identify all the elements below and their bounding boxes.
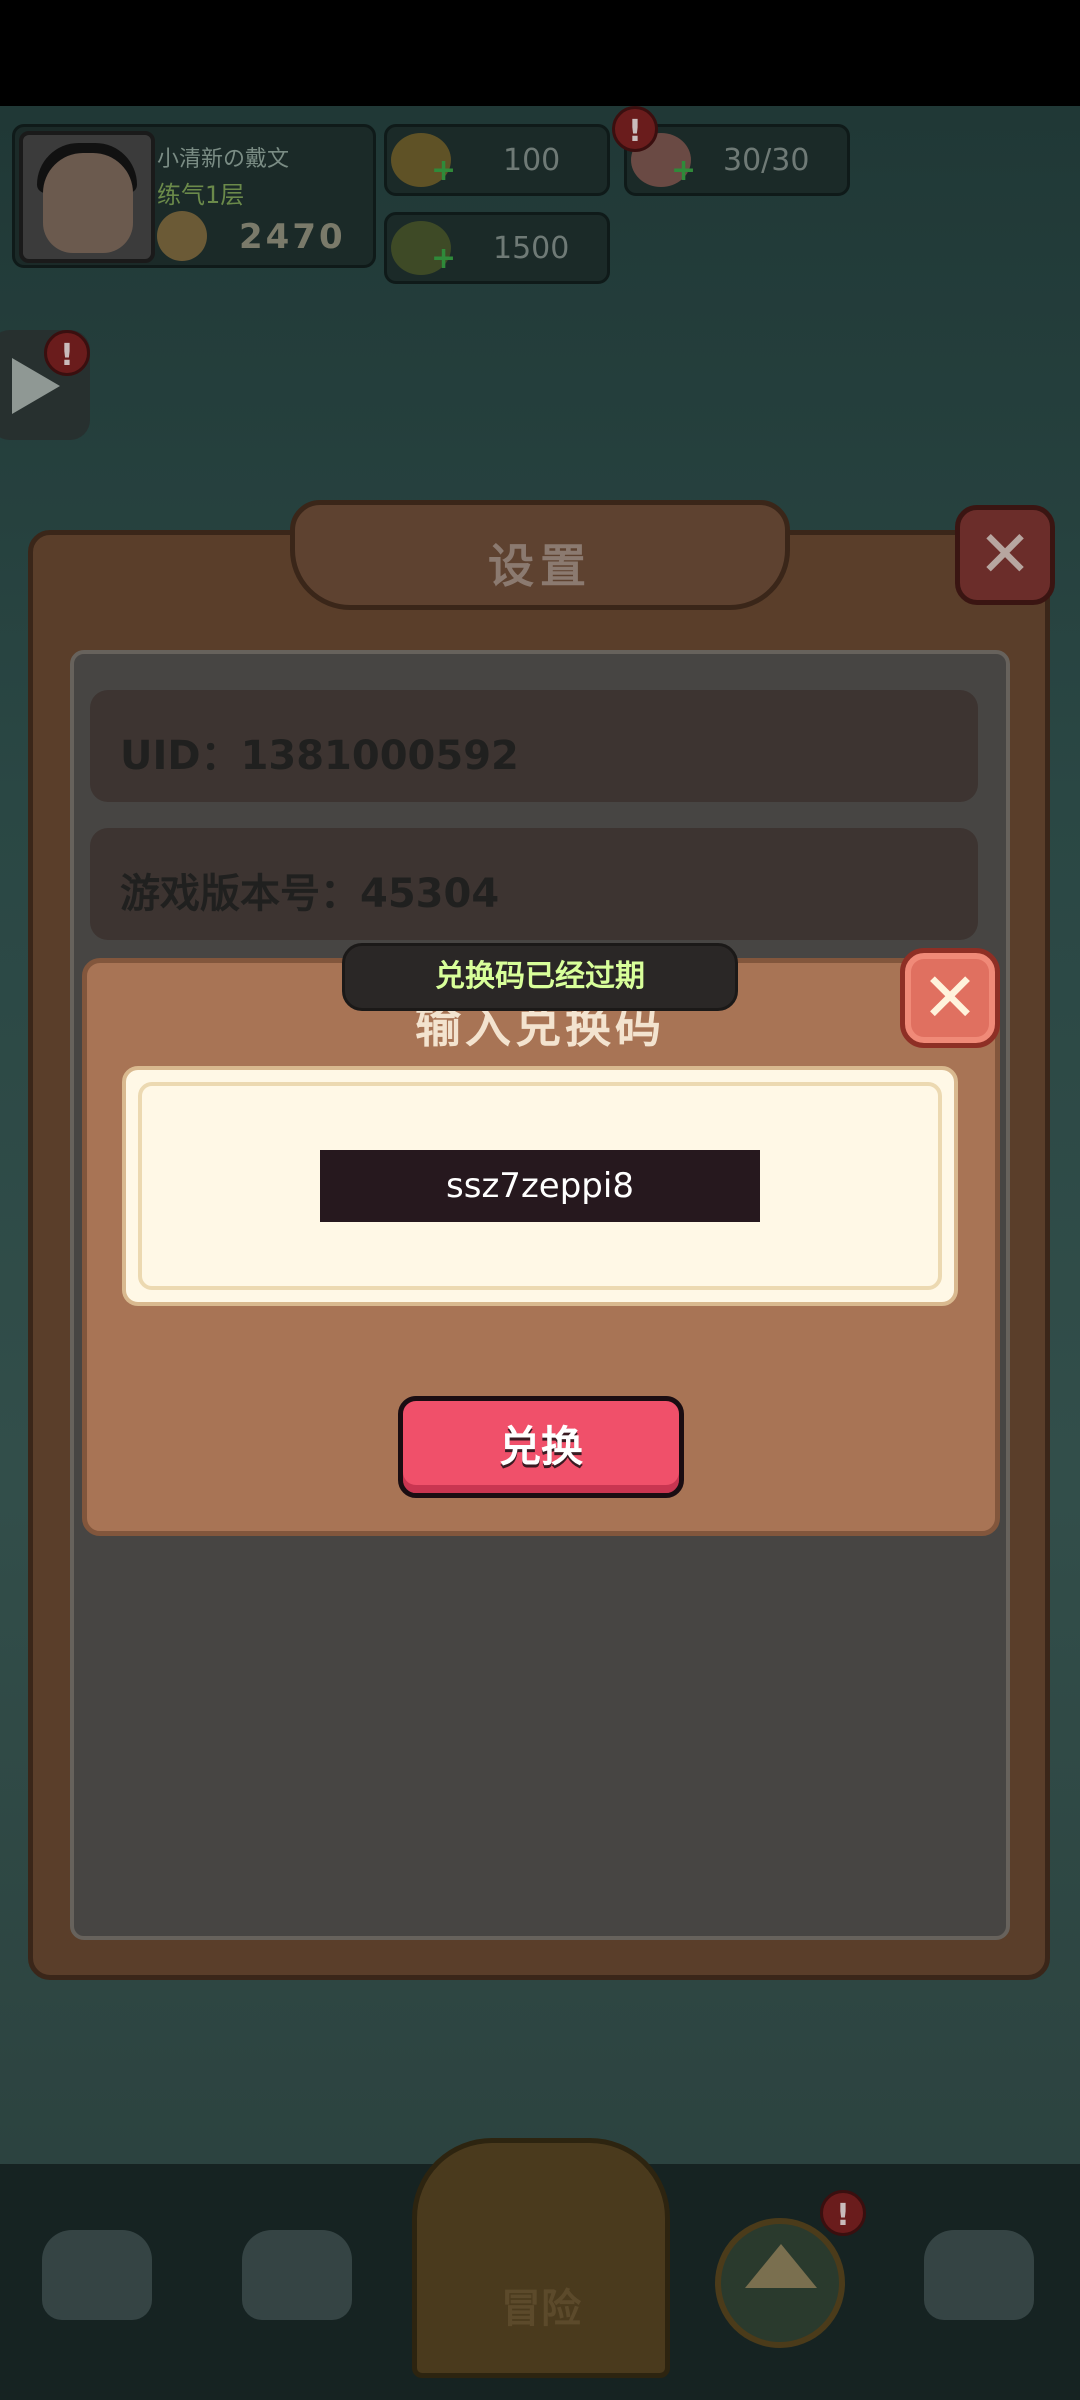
upgrade-arrow-icon xyxy=(745,2244,817,2288)
player-card[interactable]: 小清新の戴文 练气1层 2470 xyxy=(12,124,376,268)
nav-item-5[interactable] xyxy=(924,2230,1034,2320)
gold-value: 100 xyxy=(503,143,561,178)
video-alert-icon: ! xyxy=(44,330,90,376)
redeem-button[interactable]: 兑换 xyxy=(398,1396,684,1498)
stamina-value: 30/30 xyxy=(723,143,810,178)
power-icon xyxy=(157,211,207,261)
coin-value: 1500 xyxy=(493,231,570,266)
nav-item-adventure[interactable] xyxy=(412,2138,670,2378)
player-name: 小清新の戴文 xyxy=(157,147,290,172)
nav-item-2[interactable] xyxy=(242,2230,352,2320)
stamina-plus-icon[interactable]: + xyxy=(671,153,696,188)
avatar[interactable] xyxy=(19,131,155,263)
player-rank: 练气1层 xyxy=(157,181,245,209)
nav-item-upgrade[interactable] xyxy=(715,2218,845,2348)
nav-adventure-label: 冒险 xyxy=(501,2286,581,2332)
redeem-button-label: 兑换 xyxy=(498,1422,583,1471)
stamina-resource[interactable]: + 30/30 xyxy=(624,124,850,196)
toast-message: 兑换码已经过期 xyxy=(342,943,738,1011)
power-value: 2470 xyxy=(239,217,346,257)
close-icon: ✕ xyxy=(921,959,979,1038)
version-row: 游戏版本号：45304 xyxy=(90,828,978,940)
close-icon: ✕ xyxy=(978,518,1032,592)
settings-title: 设置 xyxy=(488,539,592,593)
coin-plus-icon[interactable]: + xyxy=(431,241,456,276)
settings-close-button[interactable]: ✕ xyxy=(955,505,1055,605)
gold-resource[interactable]: + 100 xyxy=(384,124,610,196)
uid-row: UID：1381000592 xyxy=(90,690,978,802)
coin-resource[interactable]: + 1500 xyxy=(384,212,610,284)
stamina-alert-icon: ! xyxy=(612,106,658,152)
redeem-close-button[interactable]: ✕ xyxy=(900,948,1000,1048)
gold-plus-icon[interactable]: + xyxy=(431,153,456,188)
upgrade-alert-icon: ! xyxy=(820,2190,866,2236)
redeem-code-input[interactable]: ssz7zeppi8 xyxy=(320,1150,760,1222)
nav-item-1[interactable] xyxy=(42,2230,152,2320)
